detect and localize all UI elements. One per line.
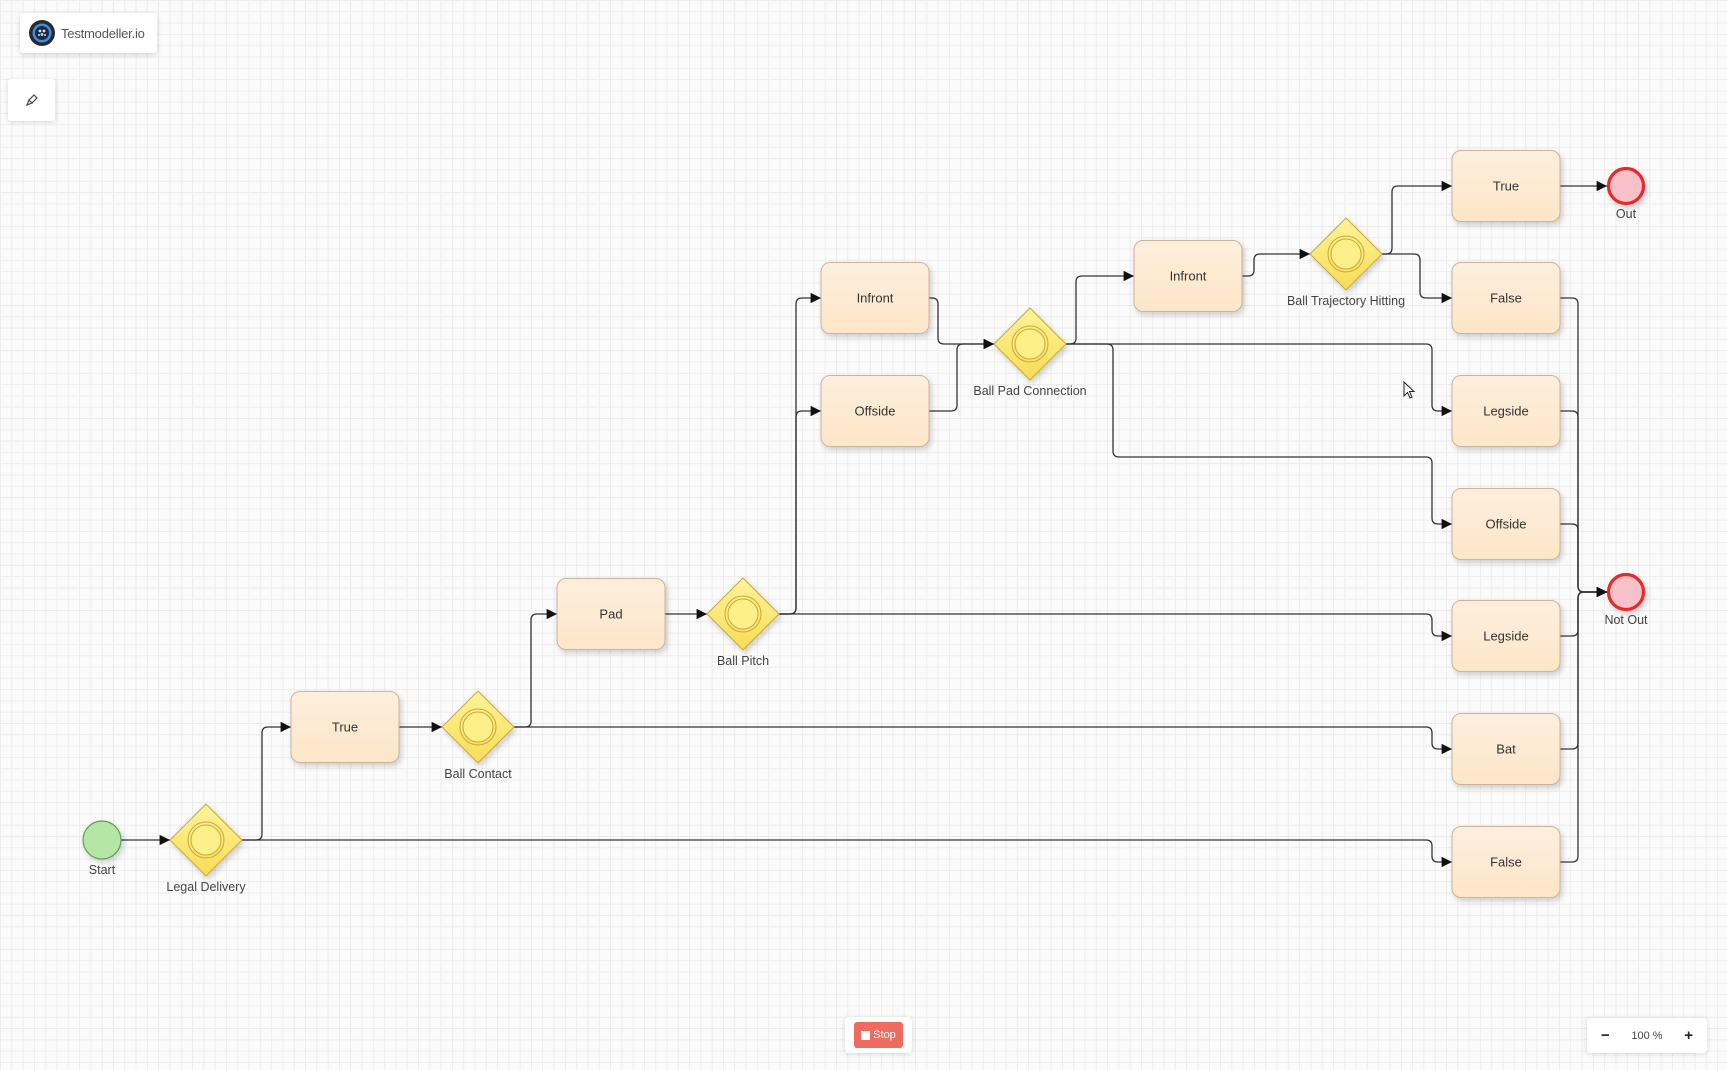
edge-ball_pitch-to-infront1[interactable] — [779, 292, 821, 615]
task-label: Bat — [1496, 742, 1516, 757]
node-offside2[interactable]: Offside — [1451, 488, 1561, 560]
node-out[interactable]: Out — [1606, 166, 1646, 222]
edge-ball_contact-to-bat[interactable] — [514, 726, 1452, 755]
stop-label: Stop — [873, 1029, 896, 1041]
node-bat[interactable]: Bat — [1451, 713, 1561, 785]
end-event-circle[interactable] — [1606, 572, 1646, 612]
node-false2[interactable]: False — [1451, 826, 1561, 898]
node-legside2[interactable]: Legside — [1451, 600, 1561, 672]
edge-ball_trajectory_hitting-to-true2[interactable] — [1382, 180, 1452, 255]
task-label: False — [1490, 291, 1522, 306]
task-label: Legside — [1483, 629, 1529, 644]
node-true1[interactable]: True — [290, 691, 400, 763]
end-event-circle[interactable] — [1606, 166, 1646, 206]
zoom-control: − 100 % + — [1587, 1018, 1707, 1053]
edge-offside1-to-ball_pad_connection[interactable] — [929, 338, 994, 412]
brand-badge[interactable]: Testmodeller.io — [20, 13, 157, 53]
end-label: Out — [1616, 207, 1637, 221]
task-label: Pad — [599, 607, 622, 622]
gateway-label: Ball Pad Connection — [973, 384, 1086, 398]
edit-tool-button[interactable] — [8, 79, 55, 121]
task-label: Infront — [857, 291, 894, 306]
task-label: Infront — [1170, 269, 1207, 284]
edge-bat-to-not_out[interactable] — [1560, 586, 1607, 750]
gateway-label: Ball Contact — [444, 767, 512, 781]
edge-ball_pad_connection-to-legside1[interactable] — [1066, 343, 1452, 417]
node-legal_delivery[interactable]: Legal Delivery — [166, 803, 246, 894]
brush-icon — [25, 94, 38, 107]
edge-ball_trajectory_hitting-to-false1[interactable] — [1382, 253, 1452, 304]
task-label: Offside — [855, 404, 896, 419]
end-label: Not Out — [1604, 613, 1648, 627]
gateway-inner-ring-icon — [1330, 238, 1362, 270]
edge-legside2-to-not_out[interactable] — [1560, 586, 1607, 637]
gateway-inner-ring-icon — [190, 824, 222, 856]
node-ball_contact[interactable]: Ball Contact — [441, 690, 515, 781]
node-ball_pitch[interactable]: Ball Pitch — [706, 577, 780, 668]
gateway-label: Ball Pitch — [717, 654, 769, 668]
gateway-inner-ring-icon — [462, 711, 494, 743]
edge-legal_delivery-to-true1[interactable] — [242, 721, 291, 841]
mouse-cursor-icon — [1403, 381, 1416, 399]
zoom-in-button[interactable]: + — [1684, 1027, 1693, 1044]
testmodeller-logo-icon — [29, 20, 55, 46]
stop-icon — [861, 1030, 871, 1040]
edge-infront1-to-ball_pad_connection[interactable] — [929, 297, 994, 350]
gateway-inner-ring-icon — [727, 598, 759, 630]
edge-ball_contact-to-pad[interactable] — [514, 608, 557, 728]
edge-ball_pad_connection-to-infront2[interactable] — [1066, 270, 1134, 345]
zoom-out-button[interactable]: − — [1601, 1027, 1610, 1044]
brand-name: Testmodeller.io — [61, 25, 145, 41]
node-pad[interactable]: Pad — [556, 578, 666, 650]
task-label: False — [1490, 855, 1522, 870]
stop-button[interactable]: Stop — [854, 1022, 903, 1048]
edge-legal_delivery-to-false2[interactable] — [242, 839, 1452, 868]
edge-legside1-to-not_out[interactable] — [1560, 410, 1607, 598]
gateway-label: Ball Trajectory Hitting — [1287, 294, 1405, 308]
node-offside1[interactable]: Offside — [820, 375, 930, 447]
node-false1[interactable]: False — [1451, 262, 1561, 334]
task-label: True — [1493, 179, 1519, 194]
edge-false1-to-not_out[interactable] — [1560, 297, 1607, 598]
start-label: Start — [89, 863, 116, 877]
node-infront1[interactable]: Infront — [820, 262, 930, 334]
edge-ball_pitch-to-legside2[interactable] — [779, 613, 1452, 642]
edge-ball_pitch-to-offside1[interactable] — [779, 405, 821, 615]
node-true2[interactable]: True — [1451, 150, 1561, 222]
start-event-circle[interactable] — [82, 820, 122, 860]
node-legside1[interactable]: Legside — [1451, 375, 1561, 447]
zoom-level: 100 % — [1631, 1029, 1663, 1042]
node-start[interactable]: Start — [82, 820, 122, 877]
task-label: True — [332, 720, 358, 735]
edge-offside2-to-not_out[interactable] — [1560, 523, 1607, 598]
node-not_out[interactable]: Not Out — [1604, 572, 1648, 628]
node-infront2[interactable]: Infront — [1133, 240, 1243, 312]
task-label: Offside — [1486, 517, 1527, 532]
edge-ball_pad_connection-to-offside2[interactable] — [1066, 343, 1452, 530]
stop-container: Stop — [845, 1017, 912, 1053]
gateway-inner-ring-icon — [1014, 328, 1046, 360]
edge-infront2-to-ball_trajectory_hitting[interactable] — [1242, 248, 1310, 277]
edge-false2-to-not_out[interactable] — [1560, 586, 1607, 863]
nodes-layer: Start Legal Delivery True Ball Contact Pad Ba… — [82, 150, 1648, 898]
node-ball_trajectory_hitting[interactable]: Ball Trajectory Hitting — [1287, 217, 1405, 308]
gateway-label: Legal Delivery — [166, 880, 246, 894]
node-ball_pad_connection[interactable]: Ball Pad Connection — [973, 307, 1087, 398]
task-label: Legside — [1483, 404, 1529, 419]
diagram-canvas[interactable]: Start Legal Delivery True Ball Contact Pad Ba… — [0, 0, 1727, 1070]
